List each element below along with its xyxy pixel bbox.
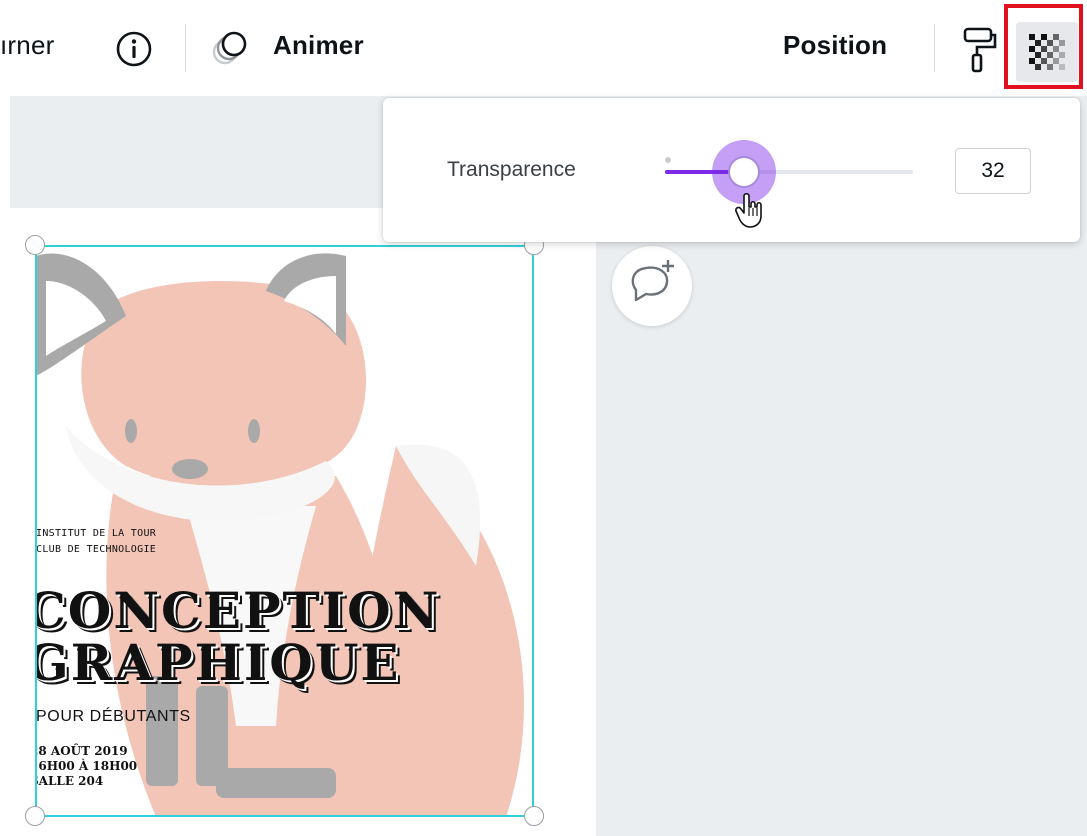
resize-handle-top-left[interactable] <box>25 235 45 255</box>
add-comment-icon <box>631 260 674 302</box>
toolbar-divider <box>185 24 186 72</box>
poster-room: SALLE 204 <box>36 774 104 788</box>
info-button[interactable] <box>114 29 154 74</box>
poster-subtitle: POUR DÉBUTANTS <box>36 708 191 725</box>
org-line-1: INSTITUT DE LA TOUR <box>36 528 157 539</box>
add-comment-button[interactable] <box>612 246 692 326</box>
position-button[interactable]: Position <box>783 30 887 61</box>
rotate-button[interactable]: ırner <box>0 30 54 61</box>
resize-handle-bottom-left[interactable] <box>25 806 45 826</box>
animate-label[interactable]: Animer <box>273 30 364 61</box>
hand-cursor-icon <box>735 192 762 228</box>
poster-date: 28 AOÛT 2019 <box>36 744 128 758</box>
toolbar-divider <box>934 24 935 72</box>
poster-title-line-2: GRAPHIQUE <box>36 633 401 692</box>
poster-title-line-1: CONCEPTION <box>36 581 441 640</box>
copy-style-button[interactable] <box>955 25 999 80</box>
paint-roller-icon <box>963 27 997 73</box>
editor-toolbar: ırner Animer Position <box>0 0 1087 96</box>
poster-time: 16H00 À 18H00 <box>36 759 138 773</box>
highlight-annotation <box>1004 4 1083 89</box>
animate-icon <box>212 31 247 65</box>
resize-handle-bottom-right[interactable] <box>524 806 544 826</box>
animate-button[interactable] <box>210 29 254 74</box>
transparency-label: Transparence <box>447 158 576 181</box>
transparency-value-input[interactable]: 32 <box>955 148 1031 194</box>
info-icon <box>116 31 152 67</box>
slider-min-dot <box>665 157 671 163</box>
transparency-popup: Transparence 32 <box>383 98 1080 242</box>
org-line-2: CLUB DE TECHNOLOGIE <box>36 544 157 555</box>
transparency-slider[interactable] <box>665 140 913 204</box>
poster-design[interactable]: INSTITUT DE LA TOUR CLUB DE TECHNOLOGIE … <box>36 246 534 817</box>
